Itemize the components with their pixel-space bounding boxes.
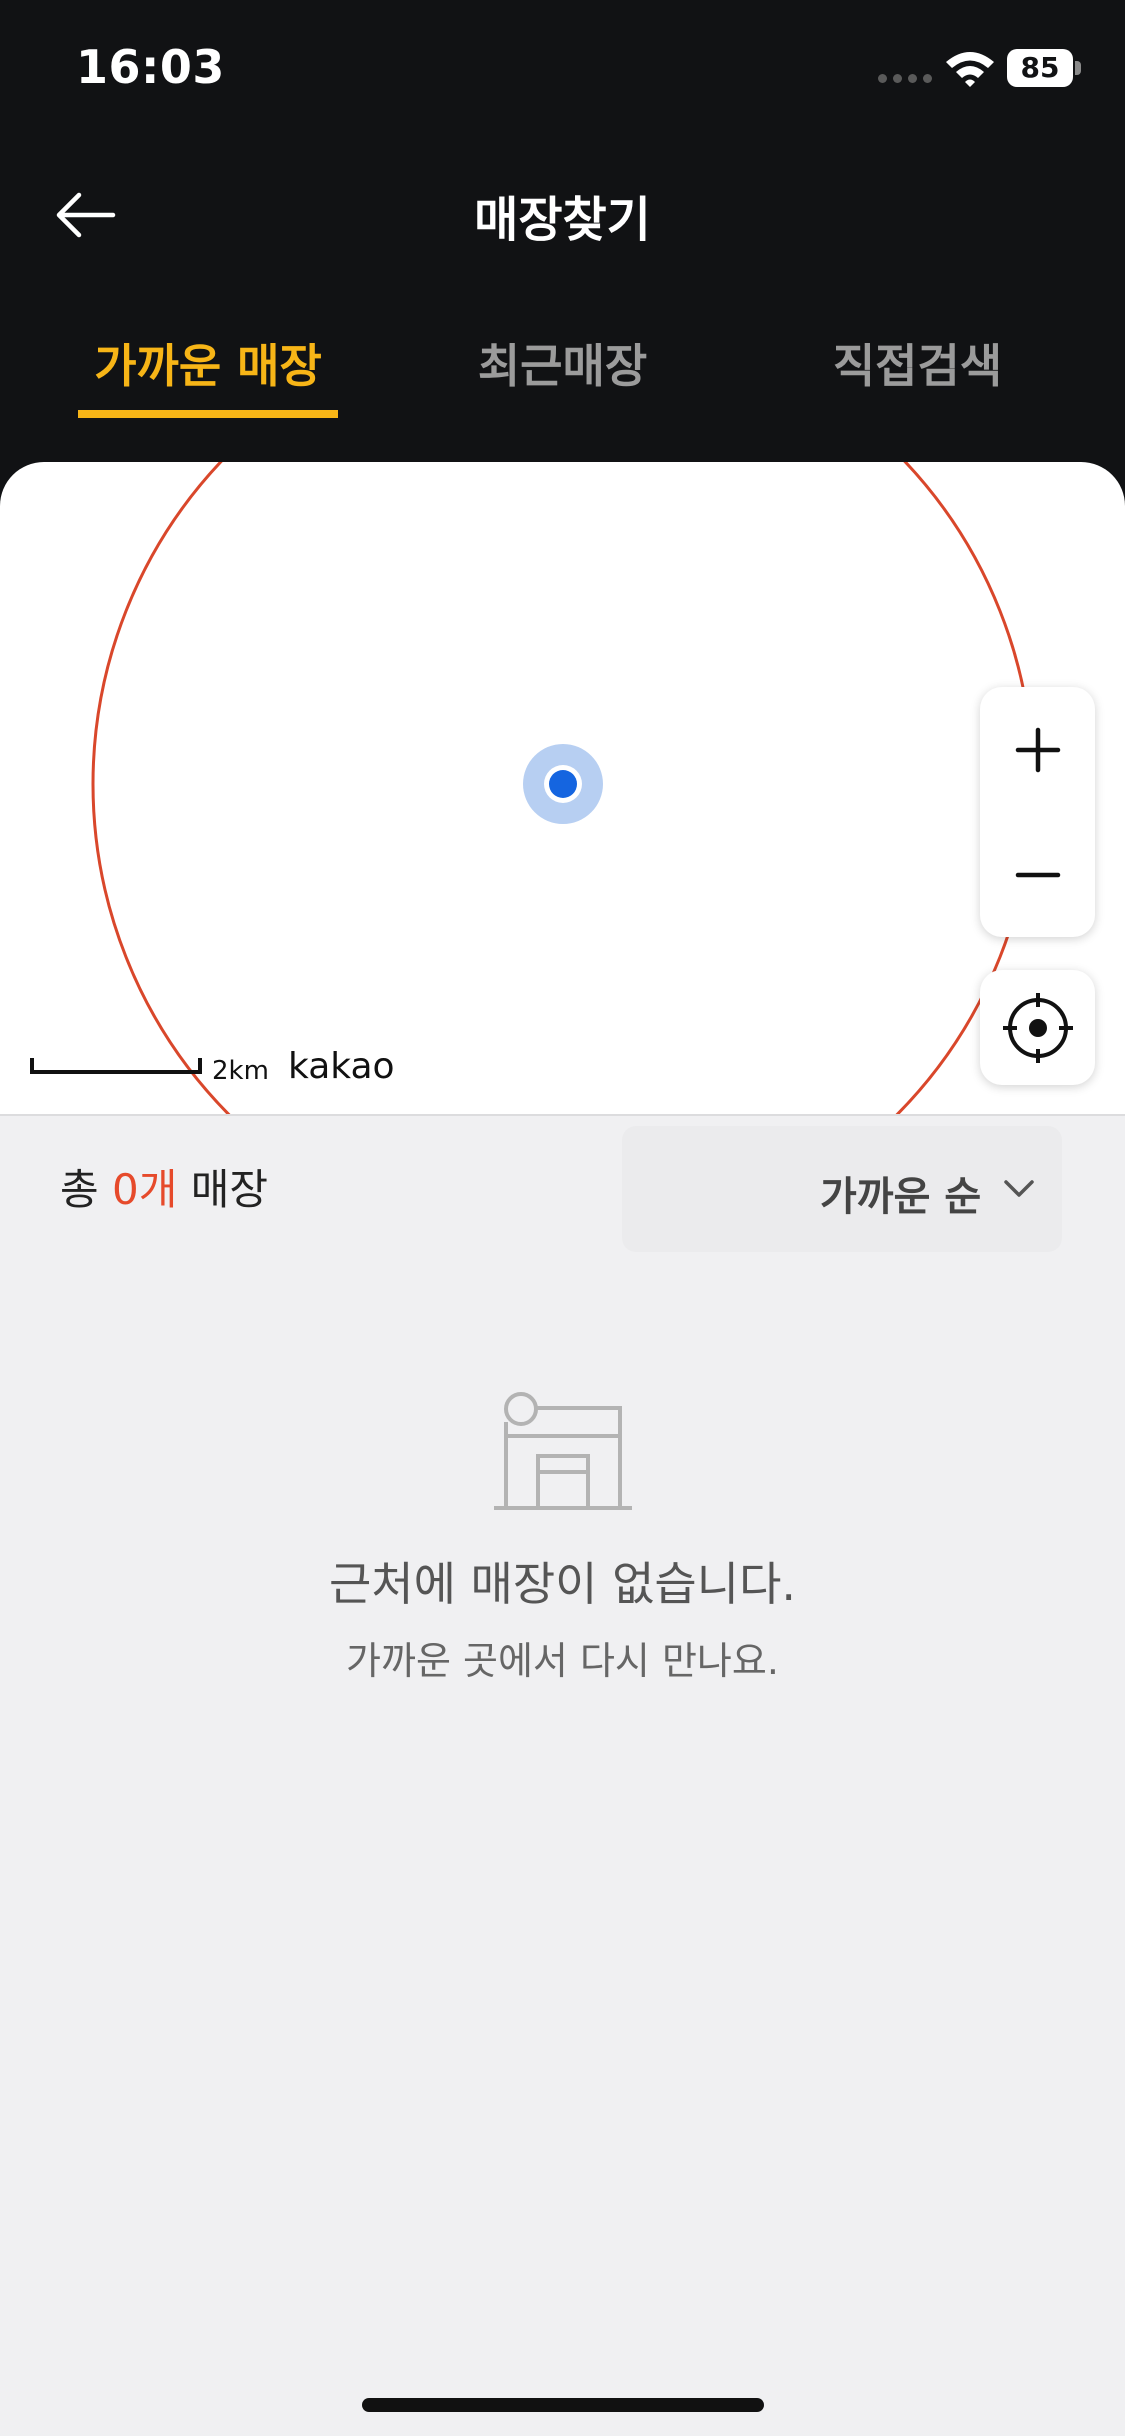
map-scale-label: 2km: [212, 1056, 269, 1086]
battery-icon: 85: [1007, 49, 1081, 87]
zoom-control: [980, 687, 1095, 937]
tab-direct-search[interactable]: 직접검색: [800, 330, 1035, 420]
sort-label: 가까운 순: [820, 1174, 982, 1220]
battery-level: 85: [1007, 49, 1073, 87]
count-prefix: 총: [60, 1165, 112, 1214]
signal-icon: [878, 74, 934, 86]
minus-icon: [1015, 872, 1060, 877]
status-bar: 16:03 85: [0, 0, 1125, 140]
page-title: 매장찾기: [474, 192, 651, 248]
wifi-icon: [946, 52, 994, 87]
active-tab-indicator: [78, 410, 338, 418]
current-location-dot: [549, 770, 577, 798]
chevron-down-icon: [1004, 1180, 1034, 1197]
count-value: 0개: [112, 1165, 178, 1214]
tab-nearby-stores[interactable]: 가까운 매장: [78, 330, 338, 420]
crosshair-icon: [1002, 992, 1073, 1063]
store-count-label: 총 0개 매장: [60, 1156, 268, 1217]
battery-cap: [1075, 61, 1081, 75]
tab-recent-stores[interactable]: 최근매장: [440, 330, 685, 420]
home-indicator: [362, 2398, 764, 2412]
store-icon: [494, 1392, 632, 1510]
zoom-out-button[interactable]: [980, 812, 1095, 937]
store-list-area: 총 0개 매장 가까운 순 근처에 매장이 없습니다. 가까운 곳에서 다시 만…: [0, 1114, 1125, 2436]
map-canvas: [91, 462, 1035, 1114]
map-view[interactable]: 2km kakao: [0, 462, 1125, 1114]
empty-state-subtitle: 가까운 곳에서 다시 만나요.: [346, 1639, 779, 1683]
map-provider-logo: kakao: [288, 1046, 395, 1087]
map-scale-bar: [30, 1058, 202, 1074]
empty-state-title: 근처에 매장이 없습니다.: [328, 1557, 797, 1611]
status-time: 16:03: [76, 40, 225, 94]
header: 매장찾기: [0, 150, 1125, 280]
sort-dropdown[interactable]: 가까운 순: [622, 1126, 1062, 1252]
plus-icon: [1015, 727, 1060, 772]
tab-bar: 가까운 매장 최근매장 직접검색: [0, 330, 1125, 420]
count-suffix: 매장: [177, 1165, 269, 1214]
zoom-in-button[interactable]: [980, 687, 1095, 812]
my-location-button[interactable]: [980, 970, 1095, 1085]
store-finder-screen: 16:03 85 매장찾기 가까운 매장 최근매장 직접검색 2km kakao…: [0, 0, 1125, 2436]
